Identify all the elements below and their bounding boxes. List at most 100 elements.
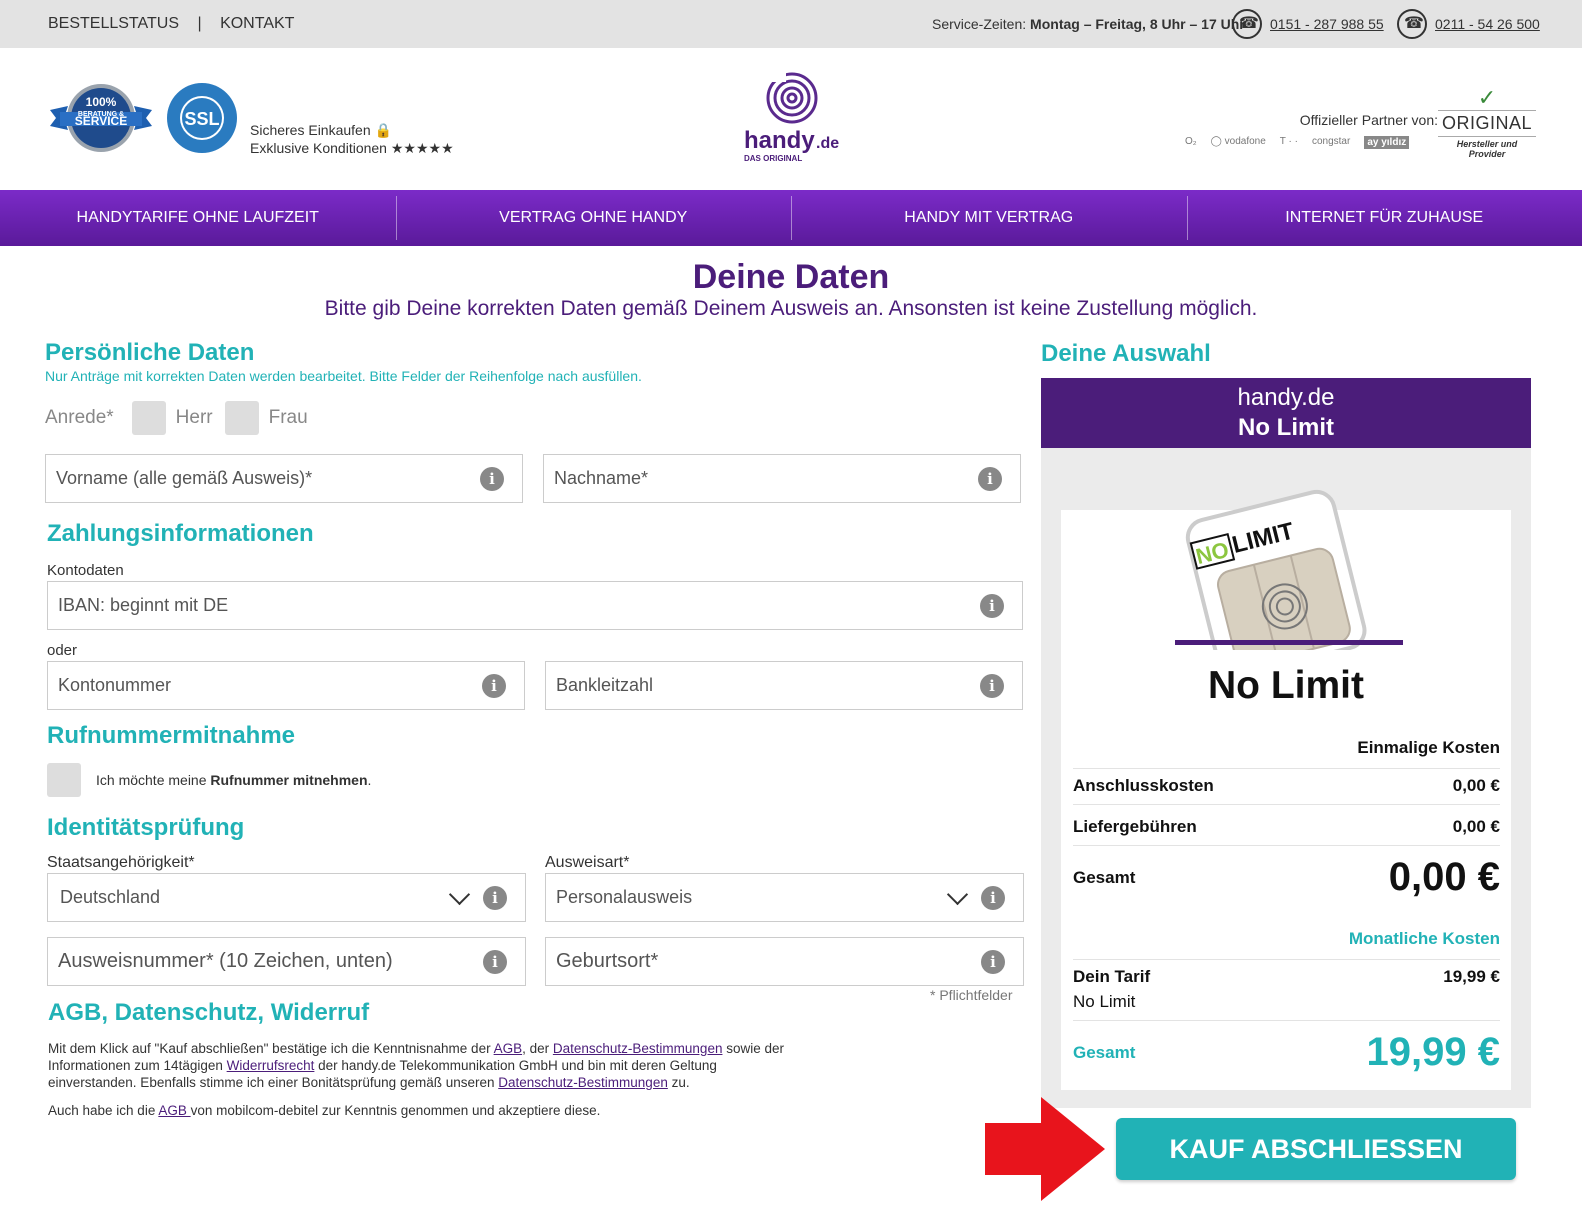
required-note: * Pflichtfelder xyxy=(930,987,1013,1003)
legal2-pre: Auch habe ich die xyxy=(48,1103,159,1118)
agb-link[interactable]: AGB xyxy=(494,1041,523,1056)
iban-placeholder: IBAN: beginnt mit DE xyxy=(58,595,229,615)
service-seal-icon: 100% BERATUNG & SERVICE xyxy=(50,84,152,152)
lastname-field[interactable]: Nachname* i xyxy=(543,454,1021,503)
info-icon[interactable]: i xyxy=(482,673,506,698)
monthly-header: Monatliche Kosten xyxy=(1073,929,1500,949)
monthly-total-row: Gesamt 19,99 € xyxy=(1073,1030,1500,1075)
id-number-field[interactable]: Ausweisnummer* (10 Zeichen, unten) i xyxy=(47,937,526,986)
phone1-link[interactable]: 0151 - 287 988 55 xyxy=(1270,16,1384,32)
nav-item-home-internet[interactable]: INTERNET FÜR ZUHAUSE xyxy=(1186,190,1582,246)
radio-mr[interactable] xyxy=(131,401,166,435)
identity-heading: Identitätsprüfung xyxy=(47,814,245,841)
divider xyxy=(1073,959,1500,960)
one-time-label: Einmalige Kosten xyxy=(1357,738,1500,757)
arrow-right-icon xyxy=(985,1097,1105,1201)
trust-line-2: Exklusive Konditionen ★★★★★ xyxy=(250,140,454,156)
phone-landline[interactable]: 0211 - 54 26 500 xyxy=(1397,8,1540,40)
radio-mr-label: Herr xyxy=(175,407,213,428)
porting-checkbox[interactable] xyxy=(47,763,81,797)
nationality-label: Staatsangehörigkeit* xyxy=(47,854,195,871)
porting-label-bold: Rufnummer mitnehmen xyxy=(210,772,368,788)
monthly-total-value: 19,99 € xyxy=(1366,1030,1500,1074)
partner-ayyildiz: ay yıldız xyxy=(1364,136,1410,149)
info-icon[interactable]: i xyxy=(981,885,1005,910)
id-type-select[interactable]: Personalausweis i xyxy=(545,873,1024,922)
connection-value: 0,00 € xyxy=(1452,776,1500,795)
partner-telekom: T · · xyxy=(1279,136,1298,147)
main-nav: HANDYTARIFE OHNE LAUFZEIT VERTRAG OHNE H… xyxy=(0,190,1582,246)
delivery-label: Liefergebühren xyxy=(1073,817,1197,836)
lastname-placeholder: Nachname* xyxy=(554,468,649,488)
info-icon[interactable]: i xyxy=(978,466,1002,491)
info-icon[interactable]: i xyxy=(483,885,507,910)
nationality-select[interactable]: Deutschland i xyxy=(47,873,526,922)
porting-label: Ich möchte meine Rufnummer mitnehmen. xyxy=(96,772,371,788)
top-bar: BESTELLSTATUS | KONTAKT Service-Zeiten: … xyxy=(0,0,1582,48)
partner-congstar: congstar xyxy=(1311,136,1351,147)
info-icon[interactable]: i xyxy=(483,949,507,974)
svg-text:handy: handy xyxy=(744,127,815,154)
connection-row: Anschlusskosten 0,00 € xyxy=(1073,776,1500,796)
privacy-link[interactable]: Datenschutz-Bestimmungen xyxy=(553,1041,723,1056)
divider xyxy=(1073,845,1500,846)
delivery-value: 0,00 € xyxy=(1452,817,1500,836)
legal-t5: zu. xyxy=(667,1075,690,1090)
handy-logo[interactable]: handy .de DAS ORIGINAL xyxy=(742,66,842,170)
phone2-link[interactable]: 0211 - 54 26 500 xyxy=(1435,16,1540,32)
svg-text:.de: .de xyxy=(816,135,839,152)
withdrawal-link[interactable]: Widerrufsrecht xyxy=(227,1058,315,1073)
one-time-header: Einmalige Kosten xyxy=(1073,738,1500,758)
firstname-field[interactable]: Vorname (alle gemäß Ausweis)* i xyxy=(45,454,523,503)
legal2-post: von mobilcom-debitel zur Kenntnis genomm… xyxy=(190,1103,601,1118)
trust-text: Sicheres Einkaufen 🔒 Exklusive Kondition… xyxy=(250,121,454,157)
svg-text:DAS ORIGINAL: DAS ORIGINAL xyxy=(744,154,802,163)
bank-code-field[interactable]: Bankleitzahl i xyxy=(545,661,1023,710)
phone-whatsapp[interactable]: 0151 - 287 988 55 xyxy=(1232,8,1384,40)
order-status-link[interactable]: BESTELLSTATUS xyxy=(48,15,179,32)
chevron-down-icon xyxy=(449,887,471,909)
iban-field[interactable]: IBAN: beginnt mit DE i xyxy=(47,581,1023,630)
summary-header: handy.de No Limit xyxy=(1041,378,1531,448)
partner-vodafone: ◯ vodafone xyxy=(1210,136,1266,147)
info-icon[interactable]: i xyxy=(980,593,1004,618)
personal-heading: Persönliche Daten xyxy=(45,339,255,366)
account-number-field[interactable]: Kontonummer i xyxy=(47,661,525,710)
tariff-label: Dein Tarif xyxy=(1073,967,1151,986)
nav-item-contract-no-phone[interactable]: VERTRAG OHNE HANDY xyxy=(395,190,792,246)
chevron-down-icon xyxy=(947,887,969,909)
info-icon[interactable]: i xyxy=(981,949,1005,974)
page-subtitle: Bitte gib Deine korrekten Daten gemäß De… xyxy=(324,297,1258,320)
salutation-group: Anrede* Herr Frau xyxy=(45,400,308,436)
info-icon[interactable]: i xyxy=(980,673,1004,698)
phone-icon xyxy=(1397,9,1427,39)
top-links: BESTELLSTATUS | KONTAKT xyxy=(48,15,294,33)
summary-brand: handy.de xyxy=(1237,384,1335,411)
birthplace-placeholder: Geburtsort* xyxy=(556,950,659,972)
connection-label: Anschlusskosten xyxy=(1073,776,1214,795)
id-number-placeholder: Ausweisnummer* (10 Zeichen, unten) xyxy=(58,950,393,972)
or-label: oder xyxy=(47,642,78,659)
account-number-placeholder: Kontonummer xyxy=(58,675,172,695)
info-icon[interactable]: i xyxy=(480,466,504,491)
trust-line-1: Sicheres Einkaufen 🔒 xyxy=(250,122,392,138)
salutation-label: Anrede* xyxy=(45,407,114,428)
porting-label-post: . xyxy=(367,772,372,788)
bank-code-placeholder: Bankleitzahl xyxy=(556,675,654,695)
nav-item-phone-with-contract[interactable]: HANDY MIT VERTRAG xyxy=(791,190,1187,246)
porting-label-pre: Ich möchte meine xyxy=(96,772,211,788)
mobilcom-agb-link[interactable]: AGB xyxy=(158,1103,190,1118)
onetime-total-label: Gesamt xyxy=(1073,867,1136,887)
privacy-link-2[interactable]: Datenschutz-Bestimmungen xyxy=(498,1075,668,1090)
product-name: No Limit xyxy=(1208,664,1364,707)
divider xyxy=(1073,1020,1500,1021)
contact-link[interactable]: KONTAKT xyxy=(220,15,294,32)
ssl-seal-icon: SSL xyxy=(167,83,237,153)
account-label: Kontodaten xyxy=(47,562,124,579)
nav-item-tariffs[interactable]: HANDYTARIFE OHNE LAUFZEIT xyxy=(0,190,396,246)
complete-purchase-button[interactable]: KAUF ABSCHLIESSEN xyxy=(1116,1118,1516,1180)
radio-mrs[interactable] xyxy=(224,401,259,435)
nationality-value: Deutschland xyxy=(60,887,161,907)
legal-text: Mit dem Klick auf "Kauf abschließen" bes… xyxy=(48,1040,788,1091)
birthplace-field[interactable]: Geburtsort* i xyxy=(545,937,1024,986)
